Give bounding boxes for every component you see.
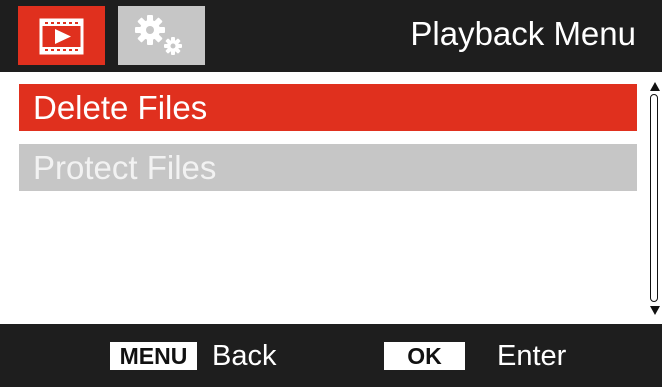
- enter-label: Enter: [497, 340, 567, 372]
- menu-list: Delete Files Protect Files: [6, 72, 660, 324]
- tab-playback[interactable]: [18, 6, 105, 65]
- scrollbar[interactable]: [647, 81, 662, 316]
- header-bar: Playback Menu: [0, 0, 662, 72]
- menu-item-protect-files[interactable]: Protect Files: [19, 144, 637, 191]
- footer-bar: MENU Back OK Enter: [0, 324, 662, 387]
- video-playback-icon: [39, 18, 84, 55]
- menu-item-delete-files[interactable]: Delete Files: [19, 84, 637, 131]
- back-label: Back: [212, 340, 277, 372]
- scroll-down-arrow-icon[interactable]: [647, 304, 662, 316]
- page-title: Playback Menu: [410, 15, 636, 52]
- scrollbar-track[interactable]: [650, 94, 658, 302]
- gears-icon: [135, 15, 182, 55]
- tab-settings[interactable]: [118, 6, 205, 65]
- playback-menu-screen: Playback Menu Delete Files Protect Files…: [0, 0, 662, 387]
- scroll-up-arrow-icon[interactable]: [647, 81, 662, 93]
- menu-key[interactable]: MENU: [110, 342, 197, 370]
- ok-key[interactable]: OK: [384, 342, 465, 370]
